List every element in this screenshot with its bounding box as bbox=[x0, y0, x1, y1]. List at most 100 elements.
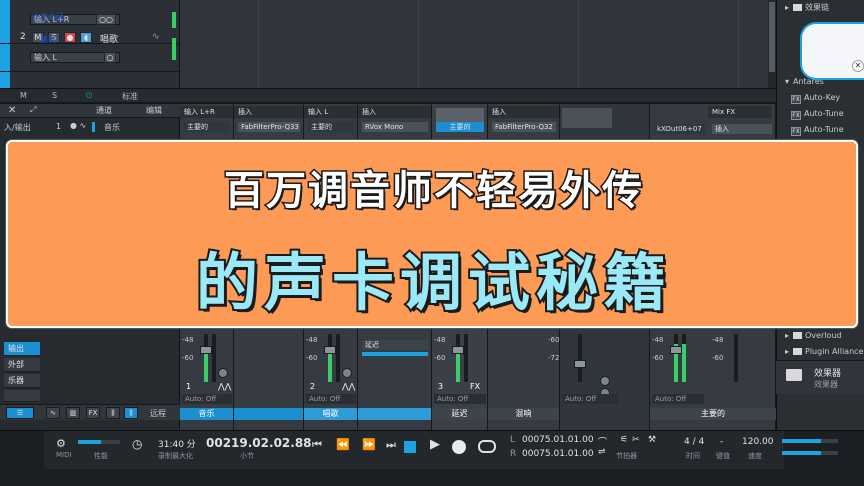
wrench-icon[interactable]: ⚒ bbox=[648, 435, 656, 445]
end-button[interactable]: ⏭ bbox=[386, 438, 396, 452]
autopunch-icon[interactable]: ⇌ bbox=[598, 447, 606, 457]
fader-handle[interactable] bbox=[452, 346, 464, 354]
loop-start[interactable]: 00075.01.01.00 bbox=[522, 435, 594, 445]
footer-m[interactable]: M bbox=[20, 91, 27, 100]
footer-standard[interactable]: 标准 bbox=[122, 91, 138, 102]
fader-handle[interactable] bbox=[670, 346, 682, 354]
tab-output[interactable]: 输出 bbox=[4, 342, 40, 356]
time-signature[interactable]: 4 / 4 bbox=[684, 437, 704, 447]
strip-input[interactable]: 输入 L+R bbox=[180, 106, 233, 118]
strip-output[interactable]: 主要的 bbox=[308, 122, 354, 132]
pan-knob[interactable] bbox=[600, 376, 610, 386]
position-display[interactable]: 00219.02.02.88 bbox=[206, 436, 312, 450]
tab-external[interactable]: 外部 bbox=[4, 358, 40, 372]
mixfx-header[interactable]: Mix FX bbox=[708, 106, 772, 118]
remote-label[interactable]: 远程 bbox=[150, 408, 166, 419]
browser-item[interactable]: FX Auto-Key bbox=[791, 90, 864, 106]
stop-button[interactable] bbox=[404, 441, 416, 453]
track-row-2[interactable]: 2 M S ● ◖ 唱歌 ∿ 输入 L ○ bbox=[0, 28, 180, 72]
midi-icon[interactable]: ⚙ bbox=[56, 437, 66, 450]
settings-icon[interactable]: ✂ bbox=[632, 435, 640, 445]
record-arm-button[interactable]: ● bbox=[64, 32, 76, 43]
loop-button[interactable] bbox=[478, 440, 496, 453]
io-label: 入/输出 bbox=[4, 123, 31, 132]
browser-item[interactable]: FX Auto-Tune bbox=[791, 122, 864, 138]
eq-icon[interactable]: ▥ bbox=[66, 407, 80, 419]
rewind-button[interactable]: ⏪ bbox=[336, 438, 350, 451]
monitor-button[interactable]: ◖ bbox=[80, 32, 92, 43]
link-icon[interactable]: ○○ bbox=[96, 14, 116, 25]
insert-slot[interactable]: 插入 bbox=[712, 124, 772, 134]
strip-name[interactable]: 延迟 bbox=[432, 408, 487, 420]
key-value[interactable]: - bbox=[720, 437, 723, 447]
footer-s[interactable]: S bbox=[52, 91, 57, 100]
fader-track[interactable] bbox=[328, 334, 332, 382]
strip-name[interactable]: 音乐 bbox=[180, 408, 233, 420]
automation-mode[interactable]: Auto: Off bbox=[562, 394, 618, 404]
insert-slot[interactable]: FabFilterPro-Q33 bbox=[238, 122, 300, 132]
pan-knob[interactable] bbox=[342, 368, 352, 378]
browser-item[interactable]: FX Auto-Tune bbox=[791, 106, 864, 122]
fader-track[interactable] bbox=[578, 334, 582, 382]
forward-button[interactable]: ⏩ bbox=[362, 438, 376, 451]
fader-track[interactable] bbox=[204, 334, 208, 382]
link-channels-icon[interactable]: ⫼ bbox=[124, 407, 138, 419]
insert-header[interactable]: 插入 bbox=[358, 106, 431, 118]
metronome-icon[interactable]: ⚟ bbox=[620, 435, 628, 445]
arrange-timeline[interactable] bbox=[180, 0, 776, 88]
strip-name[interactable]: 混响 bbox=[488, 408, 559, 420]
loop-end[interactable]: 00075.01.01.00 bbox=[522, 449, 594, 459]
automation-mode[interactable]: Auto: Off bbox=[306, 394, 356, 404]
tempo-value[interactable]: 120.00 bbox=[742, 437, 774, 447]
insert-slot[interactable]: RVox Mono bbox=[362, 122, 428, 132]
automation-mode[interactable]: Auto: Off bbox=[652, 394, 704, 404]
automation-mode[interactable]: Auto: Off bbox=[182, 394, 232, 404]
fx-icon[interactable]: FX bbox=[86, 407, 100, 419]
fader-track[interactable] bbox=[734, 334, 738, 382]
output-device[interactable]: kXOut06+07 bbox=[654, 124, 706, 134]
fader-track[interactable] bbox=[674, 334, 678, 382]
sliders-icon[interactable]: ⫼ bbox=[106, 407, 120, 419]
browser-item[interactable]: ▸ Overloud bbox=[785, 328, 864, 344]
strip-output[interactable]: 主要的 bbox=[184, 122, 230, 132]
automation-mode[interactable]: Auto: Off bbox=[434, 394, 486, 404]
browser-footer[interactable]: 效果器 效果器 bbox=[776, 360, 864, 394]
link-icon[interactable]: ○ bbox=[104, 52, 116, 63]
strip-name[interactable]: 主要的 bbox=[650, 408, 776, 420]
row-name[interactable]: 音乐 bbox=[104, 122, 120, 133]
wave-icon[interactable]: ∿ bbox=[46, 407, 60, 419]
tab-instrument[interactable]: 乐器 bbox=[4, 374, 40, 388]
strip-name[interactable]: 唱歌 bbox=[304, 408, 357, 420]
browser-item[interactable]: ▸ Plugin Alliance bbox=[785, 344, 864, 360]
fader-handle[interactable] bbox=[324, 346, 336, 354]
strip-output[interactable]: 主要的 bbox=[436, 122, 484, 132]
strip-input[interactable]: 输入 L bbox=[304, 106, 357, 118]
browser-item[interactable]: ▸ 效果链 bbox=[785, 0, 864, 16]
send-slot[interactable]: 延迟 bbox=[362, 340, 428, 350]
volume-slider[interactable] bbox=[782, 439, 838, 443]
fader-handle[interactable] bbox=[574, 360, 586, 368]
track-name[interactable]: 唱歌 bbox=[100, 32, 118, 45]
fader-track[interactable] bbox=[456, 334, 460, 382]
pitch-slider[interactable] bbox=[782, 451, 838, 455]
pan-knob[interactable] bbox=[218, 368, 228, 378]
console-list-row[interactable]: 入/输出 1 ● ∿ 音乐 bbox=[0, 120, 180, 134]
record-button[interactable] bbox=[452, 440, 466, 454]
list-icon[interactable]: ☰ bbox=[6, 407, 34, 419]
close-icon[interactable]: ✕ bbox=[8, 105, 16, 116]
insert-header[interactable]: 插入 bbox=[234, 106, 303, 118]
scrollbar-thumb[interactable] bbox=[769, 2, 775, 72]
vertical-scrollbar[interactable] bbox=[768, 0, 776, 88]
close-icon[interactable]: ✕ bbox=[852, 60, 864, 72]
return-to-zero-button[interactable]: ⏮ bbox=[312, 438, 322, 452]
power-icon[interactable]: ⏻ bbox=[86, 91, 92, 101]
play-button[interactable]: ▶ bbox=[430, 437, 440, 452]
fader-handle[interactable] bbox=[200, 346, 212, 354]
visibility-icon[interactable]: ● ∿ bbox=[70, 121, 86, 130]
insert-header[interactable]: 插入 bbox=[488, 106, 559, 118]
insert-slot[interactable]: FabFilterPro-Q32 bbox=[492, 122, 556, 132]
send-level[interactable] bbox=[362, 352, 428, 356]
tab-misc[interactable] bbox=[4, 390, 40, 402]
pin-icon[interactable]: ⤢ bbox=[30, 105, 36, 115]
automation-icon[interactable]: ∿ bbox=[152, 32, 160, 42]
